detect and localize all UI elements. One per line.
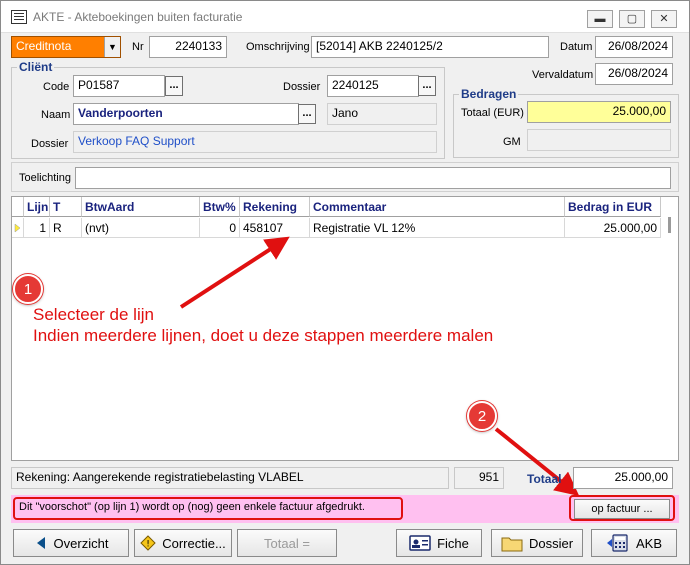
correctie-button[interactable]: ! Correctie... [134, 529, 232, 557]
fiche-button[interactable]: Fiche [396, 529, 482, 557]
op-factuur-button[interactable]: op factuur ... [574, 499, 670, 519]
rekening-status: Rekening: Aangerekende registratiebelast… [11, 467, 449, 489]
count-field: 951 [454, 467, 504, 489]
akb-label: AKB [635, 535, 662, 551]
akb-button[interactable]: AKB [591, 529, 677, 557]
svg-text:!: ! [146, 540, 150, 550]
warning-text: Dit "voorschot" (op lijn 1) wordt op (no… [13, 497, 403, 520]
totaal-button[interactable]: Totaal = [237, 529, 337, 557]
footer-totaal-field: 25.000,00 [573, 467, 673, 489]
correctie-label: Correctie... [162, 535, 226, 551]
dossier-button[interactable]: Dossier [491, 529, 583, 557]
id-card-icon [409, 535, 431, 551]
akte-window: AKTE - Akteboekingen buiten facturatie ▬… [0, 0, 690, 565]
folder-icon [501, 537, 523, 552]
footer-totaal-label: Totaal [527, 472, 562, 486]
overzicht-label: Overzicht [53, 535, 109, 551]
calculator-icon [606, 534, 628, 552]
fiche-label: Fiche [437, 535, 469, 551]
overzicht-button[interactable]: Overzicht [13, 529, 129, 557]
arrow-1 [179, 236, 290, 309]
arrow-left-icon [36, 537, 45, 549]
warning-diamond-icon: ! [140, 535, 156, 551]
dossier-label: Dossier [528, 535, 574, 551]
